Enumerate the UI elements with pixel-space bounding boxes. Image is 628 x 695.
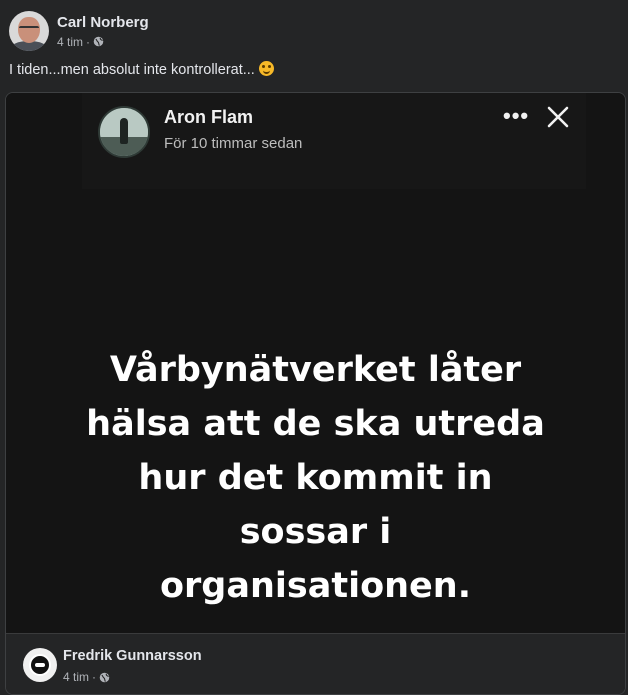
shared-author-avatar[interactable] [23, 648, 57, 682]
globe-icon [93, 36, 104, 47]
winking-face-emoji [258, 61, 274, 76]
shared-post-timestamp[interactable]: 4 tim [63, 670, 89, 684]
meta-separator: · [86, 34, 91, 49]
post-text: I tiden...men absolut inte kontrollerat.… [9, 61, 274, 78]
story-message-line: hur det kommit in [138, 458, 493, 498]
shared-post-card[interactable]: Aron Flam För 10 timmar sedan ••• Vårbyn… [5, 92, 626, 695]
post-author-name[interactable]: Carl Norberg [57, 14, 149, 32]
shared-post-footer: Fredrik Gunnarsson 4 tim · [6, 633, 625, 694]
author-avatar[interactable] [9, 11, 49, 51]
story-user-name: Aron Flam [164, 107, 254, 127]
story-message: Vårbynätverket låter hälsa att de ska ut… [6, 343, 625, 613]
shared-author-name[interactable]: Fredrik Gunnarsson [63, 648, 202, 664]
post-header: Carl Norberg 4 tim · [9, 11, 149, 51]
shared-post-meta: 4 tim · [63, 670, 110, 684]
close-icon [547, 106, 569, 128]
more-options-icon: ••• [503, 103, 530, 128]
story-message-line: hälsa att de ska utreda [86, 404, 545, 444]
meta-separator: · [92, 670, 97, 684]
story-time-ago: För 10 timmar sedan [164, 135, 303, 152]
post-text-content: I tiden...men absolut inte kontrollerat.… [9, 62, 255, 78]
story-message-line: Vårbynätverket låter [109, 350, 522, 390]
post-timestamp[interactable]: 4 tim [57, 35, 83, 49]
post-meta: 4 tim · [57, 35, 149, 49]
story-user-avatar [98, 106, 150, 158]
globe-icon [99, 672, 110, 682]
story-message-line: organisationen. [160, 566, 471, 606]
post-header-text: Carl Norberg 4 tim · [57, 14, 149, 49]
story-screenshot-image[interactable]: Aron Flam För 10 timmar sedan ••• Vårbyn… [6, 93, 625, 633]
story-message-line: sossar i [239, 512, 392, 552]
